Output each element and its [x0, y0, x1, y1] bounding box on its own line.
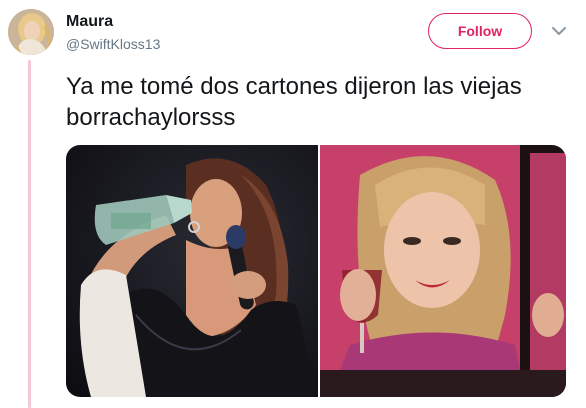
- display-name[interactable]: Maura: [66, 13, 113, 31]
- tweet-media: [66, 145, 566, 397]
- thread-line: [28, 60, 31, 408]
- avatar-image: [8, 9, 54, 55]
- avatar[interactable]: [8, 9, 54, 55]
- follow-button[interactable]: Follow: [428, 13, 532, 49]
- tweet-text: Ya me tomé dos cartones dijeron las viej…: [66, 73, 522, 131]
- media-photo-2[interactable]: [320, 145, 566, 397]
- chevron-down-icon[interactable]: [550, 24, 568, 38]
- media-photo-1[interactable]: [66, 145, 318, 397]
- user-handle[interactable]: @SwiftKloss13: [66, 36, 160, 52]
